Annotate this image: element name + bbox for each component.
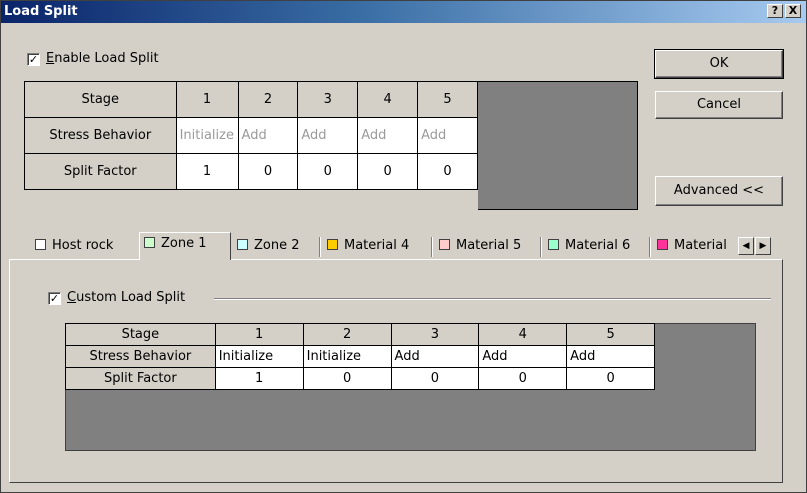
color-swatch-icon [657, 239, 668, 250]
color-swatch-icon [144, 237, 155, 248]
tab-label: Material 4 [344, 238, 410, 253]
split-factor-cell[interactable]: 0 [237, 153, 299, 190]
color-swatch-icon [35, 239, 46, 250]
advanced-button[interactable]: Advanced << [655, 176, 783, 206]
tab-label: Host rock [52, 238, 114, 253]
tab-material-7[interactable]: Material [653, 235, 737, 259]
table-row: Stage 1 2 3 4 5 [65, 323, 655, 346]
stage-header: 3 [297, 81, 359, 118]
load-split-table: Stage 1 2 3 4 5 Stress Behavior Initiali… [24, 81, 478, 190]
split-factor-cell[interactable]: 0 [417, 153, 478, 190]
stage-header: 5 [417, 81, 478, 118]
enable-load-split-label[interactable]: Enable Load Split [46, 51, 159, 66]
stress-behavior-cell[interactable]: Initialize [175, 117, 239, 154]
tab-divider [319, 237, 320, 257]
close-button[interactable]: X [785, 4, 801, 18]
split-factor-cell[interactable]: 0 [566, 367, 655, 390]
table-row: Stress Behavior Initialize Initialize Ad… [65, 345, 655, 368]
tab-host-rock[interactable]: Host rock [31, 235, 113, 259]
tab-divider [649, 237, 650, 257]
stage-header: 4 [478, 323, 568, 346]
tab-divider [431, 237, 432, 257]
row-header-stress-behavior: Stress Behavior [65, 345, 216, 368]
row-header-split-factor: Split Factor [65, 367, 216, 390]
row-header-split-factor: Split Factor [24, 153, 177, 190]
stress-behavior-cell[interactable]: Add [237, 117, 299, 154]
color-swatch-icon [237, 239, 248, 250]
split-factor-cell[interactable]: 1 [175, 153, 239, 190]
cancel-button[interactable]: Cancel [655, 91, 783, 119]
color-swatch-icon [439, 239, 450, 250]
tab-material-5[interactable]: Material 5 [435, 235, 521, 259]
table-row: Stress Behavior Initialize Add Add Add A… [24, 117, 478, 154]
split-factor-cell[interactable]: 0 [357, 153, 419, 190]
group-divider [214, 298, 771, 300]
custom-load-split-label[interactable]: Custom Load Split [67, 290, 185, 305]
tab-material-6[interactable]: Material 6 [544, 235, 630, 259]
stage-header: 1 [175, 81, 239, 118]
tab-label: Zone 2 [254, 238, 300, 253]
stress-behavior-cell[interactable]: Add [417, 117, 478, 154]
stage-header: 2 [302, 323, 392, 346]
table-row: Split Factor 1 0 0 0 0 [65, 367, 655, 390]
tab-divider [540, 237, 541, 257]
tab-zone-1[interactable]: Zone 1 [139, 232, 231, 260]
zone-load-split-table: Stage 1 2 3 4 5 Stress Behavior Initiali… [65, 323, 655, 390]
label-text: nable Load Split [54, 51, 159, 66]
title-bar: Load Split ? X [1, 1, 806, 23]
tab-label: Material [674, 238, 727, 253]
mnemonic-char: E [46, 51, 55, 66]
stress-behavior-cell[interactable]: Add [297, 117, 359, 154]
arrow-left-icon: ◀ [742, 241, 750, 251]
table-row: Stage 1 2 3 4 5 [24, 81, 478, 118]
tab-label: Zone 1 [161, 236, 207, 251]
stress-behavior-cell[interactable]: Add [390, 345, 480, 368]
table-row: Split Factor 1 0 0 0 0 [24, 153, 478, 190]
row-header-stage: Stage [24, 81, 177, 118]
table-empty-area [478, 81, 638, 210]
custom-load-split-checkbox[interactable]: ✓ [48, 292, 61, 305]
tab-scroll-left-button[interactable]: ◀ [738, 237, 754, 255]
stage-header: 1 [214, 323, 304, 346]
stress-behavior-cell[interactable]: Add [566, 345, 655, 368]
label-text: ustom Load Split [76, 290, 186, 305]
stress-behavior-cell[interactable]: Add [478, 345, 568, 368]
tab-label: Material 5 [456, 238, 522, 253]
stage-header: 2 [237, 81, 299, 118]
color-swatch-icon [548, 239, 559, 250]
tab-zone-2[interactable]: Zone 2 [233, 235, 300, 259]
stress-behavior-cell[interactable]: Add [357, 117, 419, 154]
split-factor-cell[interactable]: 0 [297, 153, 359, 190]
check-icon: ✓ [28, 53, 39, 66]
stage-header: 4 [357, 81, 419, 118]
mnemonic-char: C [67, 290, 77, 305]
row-header-stress-behavior: Stress Behavior [24, 117, 177, 154]
stress-behavior-cell[interactable]: Initialize [214, 345, 304, 368]
split-factor-cell[interactable]: 0 [478, 367, 568, 390]
stage-header: 5 [566, 323, 655, 346]
tab-material-4[interactable]: Material 4 [323, 235, 409, 259]
stress-behavior-cell[interactable]: Initialize [302, 345, 392, 368]
ok-button[interactable]: OK [654, 49, 784, 79]
split-factor-cell[interactable]: 1 [214, 367, 304, 390]
row-header-stage: Stage [65, 323, 216, 346]
tab-label: Material 6 [565, 238, 631, 253]
split-factor-cell[interactable]: 0 [302, 367, 392, 390]
stage-header: 3 [390, 323, 480, 346]
split-factor-cell[interactable]: 0 [390, 367, 480, 390]
check-icon: ✓ [49, 292, 60, 305]
window-title: Load Split [4, 4, 78, 19]
arrow-right-icon: ▶ [759, 241, 767, 251]
tab-scroll-right-button[interactable]: ▶ [755, 237, 771, 255]
load-split-dialog: Load Split ? X ✓ Enable Load Split Stage… [0, 0, 807, 493]
help-button[interactable]: ? [767, 4, 783, 18]
enable-load-split-checkbox[interactable]: ✓ [27, 53, 40, 66]
color-swatch-icon [327, 239, 338, 250]
